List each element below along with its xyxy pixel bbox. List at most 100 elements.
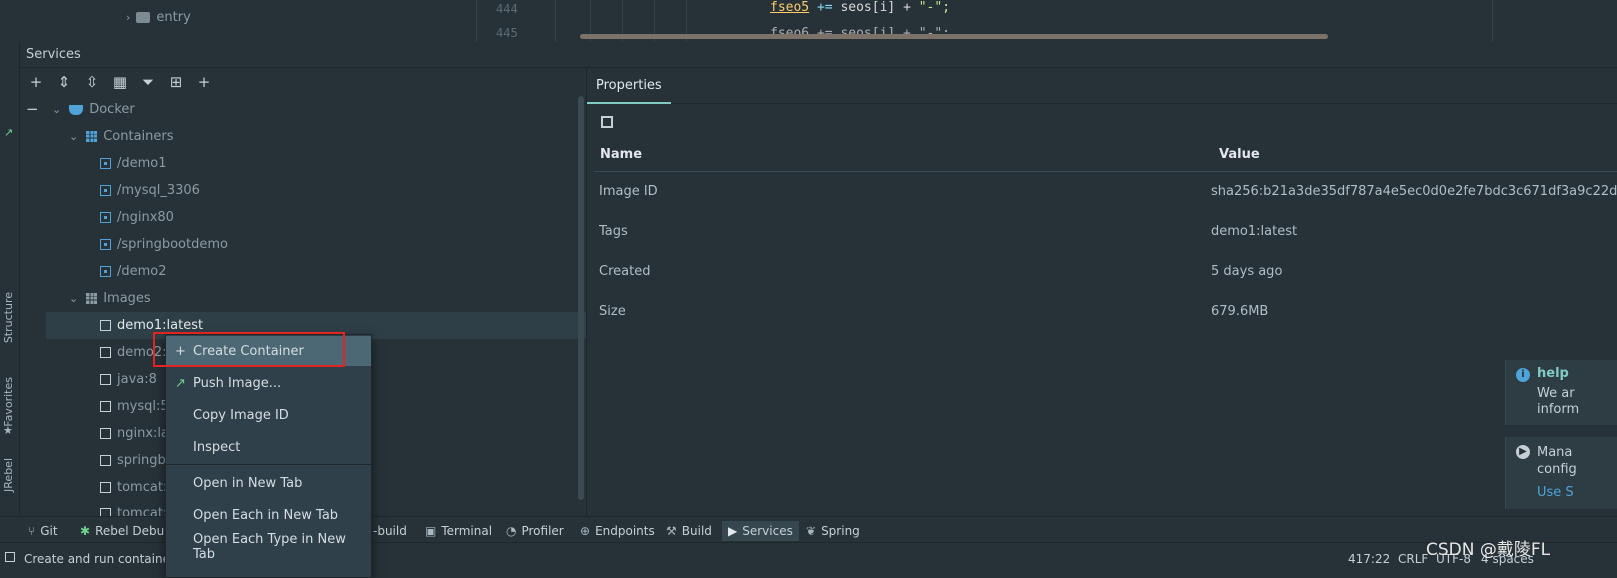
column-header-name[interactable]: Name xyxy=(600,147,642,162)
profiler-icon: ◔ xyxy=(506,524,517,538)
menu-item-inspect[interactable]: Inspect xyxy=(166,432,371,462)
copy-icon[interactable] xyxy=(601,116,613,128)
tree-scrollbar[interactable] xyxy=(578,96,584,500)
image-icon xyxy=(100,374,111,385)
tool-tab-build-partial[interactable]: -build xyxy=(367,521,413,541)
endpoints-icon: ⊕ xyxy=(580,524,591,538)
menu-separator xyxy=(166,464,371,465)
tree-label: /nginx80 xyxy=(117,210,174,225)
tab-label: Profiler xyxy=(521,524,564,538)
properties-tabbar xyxy=(587,68,1617,104)
container-icon xyxy=(100,239,111,250)
column-header-value[interactable]: Value xyxy=(1219,147,1260,162)
container-icon xyxy=(100,158,111,169)
chevron-down-icon[interactable]: ⌄ xyxy=(69,130,78,143)
tree-node-container[interactable]: /springbootdemo xyxy=(20,231,586,258)
tool-tab-endpoints[interactable]: ⊕ Endpoints xyxy=(574,521,661,541)
notification-balloon[interactable]: ▶ Mana config Use S xyxy=(1505,437,1617,509)
status-message: Create and run container xyxy=(24,552,175,566)
tool-tab-services[interactable]: ▶ Services xyxy=(722,521,799,541)
add-service-icon[interactable]: + xyxy=(194,72,214,92)
horizontal-scrollbar[interactable] xyxy=(580,34,1328,39)
tab-label: Spring xyxy=(821,524,860,538)
image-icon xyxy=(100,320,111,331)
new-tab-icon[interactable]: ⊞ xyxy=(166,72,186,92)
line-separator[interactable]: CRLF xyxy=(1398,552,1428,566)
left-tool-stripe: ↗ Structure Favorites ★ JRebel xyxy=(0,42,20,532)
divider xyxy=(476,0,477,42)
menu-item-open-each-type-in-new-tab[interactable]: Open Each Type in New Tab xyxy=(166,532,371,562)
tool-tab-git[interactable]: ⑂ Git xyxy=(22,521,64,541)
tree-node-container[interactable]: /nginx80 xyxy=(20,204,586,231)
divider xyxy=(555,0,556,42)
image-icon xyxy=(100,455,111,466)
table-header: Name Value xyxy=(594,138,1617,172)
tree-label: /demo2 xyxy=(117,264,167,279)
git-icon: ⑂ xyxy=(28,524,36,538)
container-icon xyxy=(100,212,111,223)
container-icon xyxy=(100,185,111,196)
arrow-icon[interactable]: ↗ xyxy=(4,126,13,139)
tab-label: Terminal xyxy=(441,524,493,538)
docker-icon xyxy=(69,104,84,115)
table-row[interactable]: Tags demo1:latest xyxy=(594,212,1617,252)
tree-node-images[interactable]: ⌄ Images xyxy=(20,285,586,312)
chevron-down-icon[interactable]: ⌄ xyxy=(52,103,61,116)
tool-tab-terminal[interactable]: ▣ Terminal xyxy=(419,521,498,541)
menu-item-push-image[interactable]: ↗ Push Image... xyxy=(166,368,371,398)
notification-text: Mana xyxy=(1537,445,1573,460)
filter-icon[interactable]: ⏷ xyxy=(138,72,158,92)
group-icon[interactable]: ▦ xyxy=(110,72,130,92)
tab-label: Build xyxy=(681,524,712,538)
notification-text: config xyxy=(1537,462,1577,477)
menu-label: Open Each in New Tab xyxy=(193,507,339,523)
tree-label: /springbootdemo xyxy=(117,237,228,252)
notification-text: We ar xyxy=(1537,386,1575,401)
container-icon xyxy=(100,266,111,277)
play-icon: ▶ xyxy=(1516,445,1530,459)
tree-node-container[interactable]: /mysql_3306 xyxy=(20,177,586,204)
plus-icon[interactable]: + xyxy=(26,72,46,92)
tool-tab-structure[interactable]: Structure xyxy=(2,292,15,343)
menu-item-open-in-new-tab[interactable]: Open in New Tab xyxy=(166,468,371,498)
tool-tab-build[interactable]: ⚒ Build xyxy=(660,521,718,541)
tree-label: Containers xyxy=(103,129,174,144)
tree-node-container[interactable]: /demo2 xyxy=(20,258,586,285)
push-arrow-icon: ↗ xyxy=(175,375,186,391)
tool-tab-rebel-debug[interactable]: ✱ Rebel Debug xyxy=(74,521,178,541)
toggle-tool-windows-icon[interactable] xyxy=(5,552,15,562)
table-row[interactable]: Image ID sha256:b21a3de35df787a4e5ec0d0e… xyxy=(594,172,1617,212)
menu-item-open-each-in-new-tab[interactable]: Open Each in New Tab xyxy=(166,500,371,530)
project-tree-entry[interactable]: › entry xyxy=(126,10,191,25)
collapse-all-icon[interactable]: ⇳ xyxy=(82,72,102,92)
services-icon: ▶ xyxy=(728,524,738,538)
table-row[interactable]: Size 679.6MB xyxy=(594,292,1617,332)
line-number: 445 xyxy=(496,26,518,40)
tool-tab-profiler[interactable]: ◔ Profiler xyxy=(500,521,570,541)
tree-label: demo1:latest xyxy=(117,318,204,333)
containers-icon xyxy=(86,131,98,142)
tree-node-docker[interactable]: ⌄ Docker xyxy=(20,96,586,123)
expand-all-icon[interactable]: ⇕ xyxy=(54,72,74,92)
chevron-right-icon[interactable]: › xyxy=(126,11,130,24)
image-icon xyxy=(100,482,111,493)
chevron-down-icon[interactable]: ⌄ xyxy=(69,292,78,305)
menu-label: Inspect xyxy=(193,439,241,455)
table-row[interactable]: Created 5 days ago xyxy=(594,252,1617,292)
tool-tab-jrebel[interactable]: JRebel xyxy=(2,458,15,492)
caret-position[interactable]: 417:22 xyxy=(1348,552,1390,566)
star-icon: ★ xyxy=(3,424,13,437)
notification-balloon[interactable]: i help We ar inform xyxy=(1505,360,1617,425)
folder-icon xyxy=(136,12,151,23)
code-text: seos[i] + xyxy=(832,0,919,15)
tool-tab-spring[interactable]: ❦ Spring xyxy=(800,521,866,541)
code-line[interactable]: fseo5 += seos[i] + "-"; xyxy=(770,0,950,15)
menu-label: Open Each Type in New Tab xyxy=(193,532,346,562)
right-margin-guide xyxy=(1492,0,1493,42)
tree-node-container[interactable]: /demo1 xyxy=(20,150,586,177)
tree-node-containers[interactable]: ⌄ Containers xyxy=(20,123,586,150)
menu-item-copy-image-id[interactable]: Copy Image ID xyxy=(166,400,371,430)
notification-link[interactable]: Use S xyxy=(1537,485,1574,500)
tab-properties[interactable]: Properties xyxy=(587,68,671,104)
tool-tab-favorites[interactable]: Favorites xyxy=(2,377,15,427)
